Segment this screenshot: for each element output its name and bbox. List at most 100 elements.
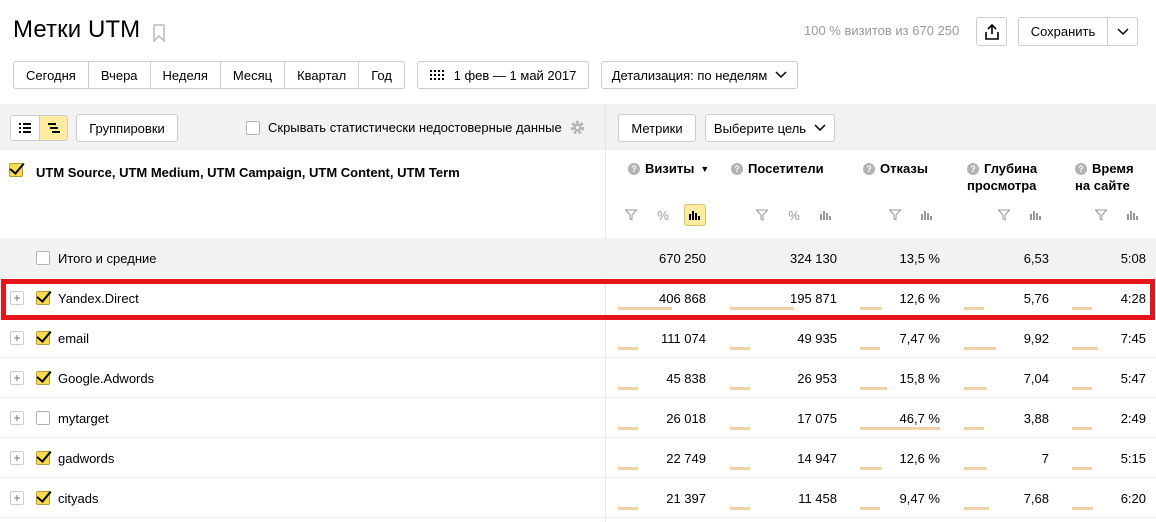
filter-icon[interactable] — [620, 204, 642, 226]
row-checkbox[interactable] — [36, 411, 50, 425]
cell-bounce: 46,7 % — [899, 411, 940, 426]
share-bar — [964, 507, 989, 510]
row-checkbox[interactable] — [36, 331, 50, 345]
row-checkbox[interactable] — [36, 491, 50, 505]
cell-visits: 111 074 — [660, 331, 706, 346]
expand-icon[interactable]: + — [10, 451, 24, 465]
view-toggle — [10, 115, 68, 141]
cell-visits: 45 838 — [666, 371, 706, 386]
sort-desc-icon: ▼ — [700, 164, 710, 174]
expand-icon[interactable]: + — [10, 411, 24, 425]
bounce-column-tools — [884, 204, 938, 226]
date-range-label: 1 фев — 1 май 2017 — [453, 67, 577, 83]
period-quarter[interactable]: Квартал — [285, 62, 360, 88]
column-bounce-label: Отказы — [880, 161, 928, 176]
column-depth[interactable]: ? Глубина просмотра — [967, 160, 1037, 194]
filter-icon[interactable] — [884, 204, 906, 226]
row-separator — [0, 517, 1156, 518]
cell-bounce: 15,8 % — [899, 371, 940, 386]
share-bar — [860, 427, 940, 430]
help-icon[interactable]: ? — [967, 163, 979, 175]
cell-depth: 9,92 — [1023, 331, 1049, 346]
percent-icon[interactable]: % — [652, 204, 674, 226]
tree-view-button[interactable] — [39, 116, 67, 140]
help-icon[interactable]: ? — [863, 163, 875, 175]
share-bar — [1072, 427, 1092, 430]
cell-time: 5:47 — [1120, 371, 1146, 386]
visits-column-tools: % — [620, 204, 706, 226]
chevron-down-icon — [814, 124, 826, 132]
row-name: mytarget — [58, 411, 109, 426]
share-bar — [1072, 467, 1092, 470]
share-bar — [860, 507, 880, 510]
expand-icon[interactable]: + — [10, 371, 24, 385]
groupings-button[interactable]: Группировки — [76, 114, 178, 142]
period-yesterday[interactable]: Вчера — [89, 62, 151, 88]
share-button[interactable] — [976, 17, 1007, 46]
row-name: Google.Adwords — [58, 371, 155, 386]
cell-time: 6:20 — [1120, 491, 1146, 506]
column-visitors[interactable]: ? Посетители — [731, 160, 824, 177]
goal-dropdown[interactable]: Выберите цель — [705, 114, 835, 142]
share-bar — [618, 387, 638, 390]
cell-visitors: 26 953 — [797, 371, 837, 386]
share-icon — [984, 23, 999, 40]
save-dropdown-button[interactable] — [1107, 17, 1138, 46]
filter-icon[interactable] — [993, 204, 1015, 226]
percent-icon[interactable]: % — [783, 204, 805, 226]
bars-icon[interactable] — [684, 204, 706, 226]
filter-icon[interactable] — [751, 204, 773, 226]
detail-dropdown[interactable]: Детализация: по неделям — [601, 61, 798, 89]
filter-icon[interactable] — [1090, 204, 1112, 226]
row-name: cityads — [58, 491, 99, 506]
totals-visits: 670 250 — [659, 251, 706, 266]
column-visits[interactable]: ? Визиты ▼ — [628, 160, 709, 178]
date-range-button[interactable]: 1 фев — 1 май 2017 — [417, 61, 589, 89]
cell-visitors: 14 947 — [797, 451, 837, 466]
select-all-checkbox[interactable] — [9, 163, 23, 177]
highlight-frame — [1, 279, 1155, 320]
period-year[interactable]: Год — [359, 62, 404, 88]
expand-icon[interactable]: + — [10, 331, 24, 345]
list-view-button[interactable] — [11, 116, 39, 140]
expand-icon[interactable]: + — [10, 491, 24, 505]
bars-icon[interactable] — [916, 204, 938, 226]
period-month[interactable]: Месяц — [221, 62, 286, 88]
help-icon[interactable]: ? — [731, 163, 743, 175]
save-button[interactable]: Сохранить — [1018, 17, 1108, 46]
bookmark-icon[interactable] — [152, 24, 166, 42]
column-time[interactable]: ? Время на сайте — [1075, 160, 1134, 194]
period-selector: Сегодня Вчера Неделя Месяц Квартал Год — [13, 61, 405, 89]
gear-icon[interactable] — [569, 119, 586, 136]
share-bar — [730, 347, 750, 350]
share-bar — [964, 387, 987, 390]
goal-label: Выберите цель — [713, 120, 807, 136]
share-bar — [964, 467, 987, 470]
column-bounce[interactable]: ? Отказы — [863, 160, 928, 177]
bars-icon[interactable] — [815, 204, 837, 226]
help-icon[interactable]: ? — [628, 163, 640, 175]
column-time-label-1: Время — [1092, 161, 1134, 176]
page-title: Метки UTM — [13, 16, 141, 43]
row-name: gadwords — [58, 451, 115, 466]
share-bar — [964, 427, 984, 430]
column-time-label-2: на сайте — [1075, 178, 1130, 193]
hide-unreliable-checkbox[interactable] — [246, 121, 260, 135]
period-week[interactable]: Неделя — [151, 62, 221, 88]
row-separator — [0, 437, 1156, 438]
column-visitors-label: Посетители — [748, 161, 824, 176]
row-checkbox[interactable] — [36, 371, 50, 385]
bars-icon[interactable] — [1025, 204, 1047, 226]
period-today[interactable]: Сегодня — [14, 62, 89, 88]
share-bar — [860, 467, 882, 470]
share-bar — [964, 347, 996, 350]
totals-checkbox[interactable] — [36, 251, 50, 265]
help-icon[interactable]: ? — [1075, 163, 1087, 175]
detail-label: Детализация: по неделям — [611, 67, 768, 83]
cell-visitors: 11 458 — [798, 491, 837, 506]
chevron-down-icon — [1116, 27, 1129, 35]
bars-icon[interactable] — [1122, 204, 1144, 226]
share-bar — [1072, 347, 1098, 350]
metrics-button[interactable]: Метрики — [618, 114, 696, 142]
row-checkbox[interactable] — [36, 451, 50, 465]
